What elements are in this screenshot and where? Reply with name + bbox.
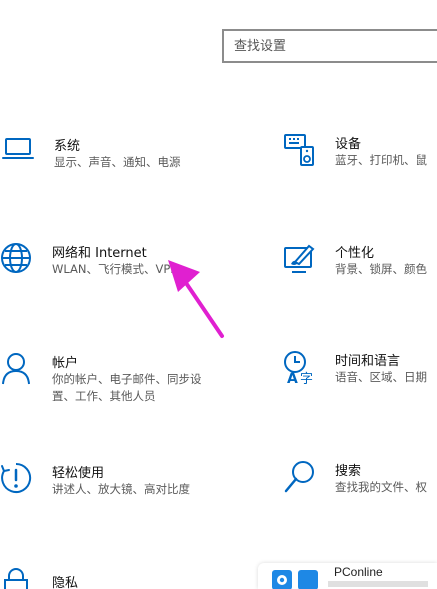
search-input[interactable]: [224, 31, 437, 61]
annotation-arrow: [160, 250, 230, 340]
watermark-text: PConline: [334, 565, 383, 579]
ease-of-access-icon: [0, 462, 34, 496]
search-icon: [283, 460, 317, 494]
tile-title: 系统: [54, 139, 81, 154]
tile-title: 轻松使用: [52, 466, 105, 481]
search-box[interactable]: [222, 29, 437, 63]
tile-description: 背景、锁屏、颜色: [335, 262, 427, 276]
svg-text:字: 字: [300, 372, 313, 384]
person-icon: [0, 352, 34, 386]
svg-text:A: A: [287, 371, 298, 384]
tile-title: 时间和语言: [335, 354, 401, 369]
lock-icon: [0, 568, 34, 589]
tile-description: 查找我的文件、权: [335, 480, 427, 494]
tile-title: 隐私: [52, 576, 79, 589]
watermark-bar: [328, 581, 428, 587]
pconline-logo-icon: [272, 568, 318, 589]
keyboard-speaker-icon: [283, 133, 317, 167]
tile-title: 网络和 Internet: [52, 246, 147, 261]
tile-title: 设备: [335, 137, 362, 152]
tile-description: 蓝牙、打印机、鼠: [335, 153, 427, 167]
paint-brush-monitor-icon: [283, 242, 317, 276]
tile-title: 个性化: [335, 246, 375, 261]
tile-description: 讲述人、放大镜、高对比度: [52, 482, 190, 496]
tile-description: 语音、区域、日期: [335, 370, 427, 384]
laptop-icon: [2, 135, 36, 169]
tile-description: 你的帐户、电子邮件、同步设 置、工作、其他人员: [52, 372, 202, 403]
tile-title: 搜索: [335, 464, 362, 479]
tile-title: 帐户: [52, 356, 79, 371]
clock-language-icon: A 字: [283, 350, 317, 384]
watermark: PConline: [258, 563, 437, 589]
tile-description: 显示、声音、通知、电源: [54, 155, 181, 169]
globe-icon: [0, 242, 34, 276]
